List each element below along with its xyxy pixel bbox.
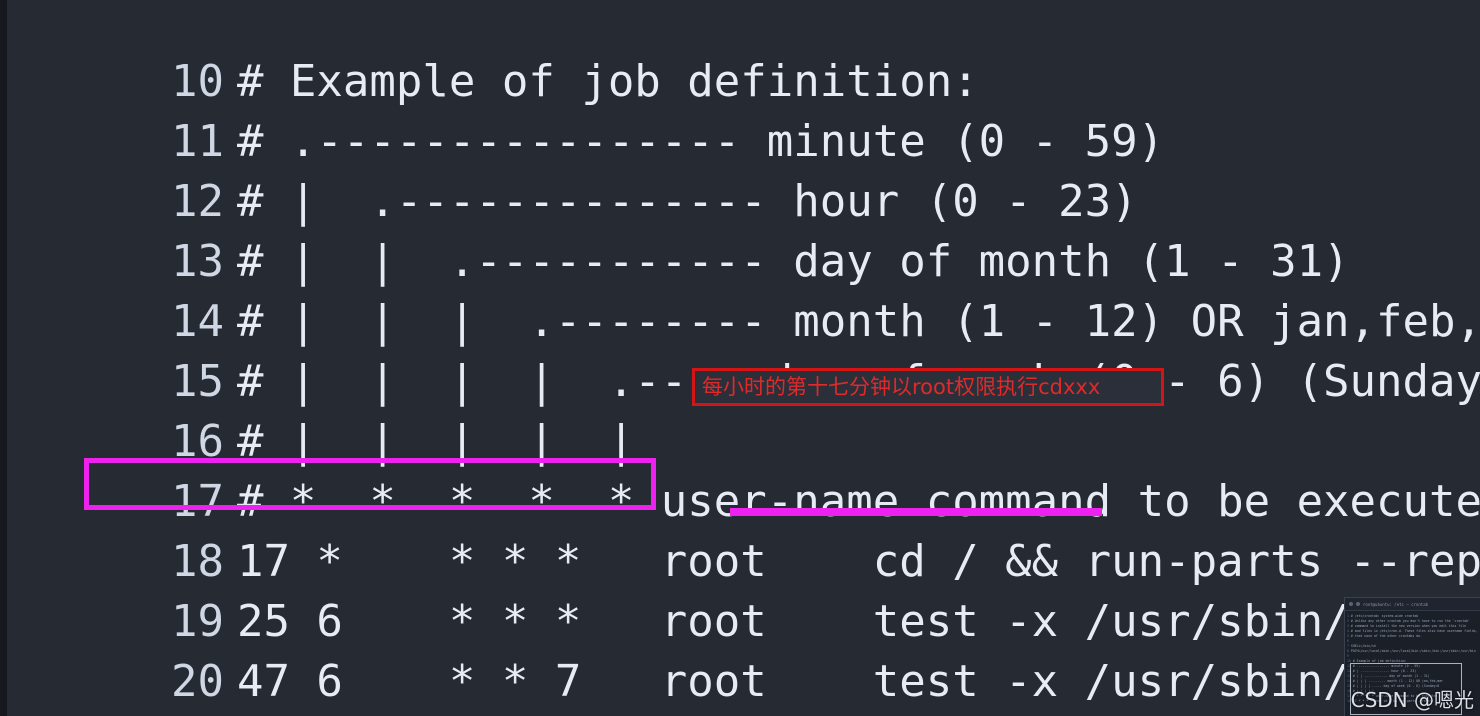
code-line-row[interactable]: 13 # | | .----------- day of month (1 - 3… [0, 172, 1480, 287]
thumbnail-title-label: root@ubuntu: /etc — crontab [1363, 601, 1429, 607]
code-line-row[interactable]: 17 # * * * * * user-name command to be ex… [0, 412, 1480, 527]
thumbnail-line-number: 7 [1347, 644, 1349, 648]
code-line-row[interactable]: 10 # Example of job definition: [0, 0, 1480, 107]
window-dot-icon [1356, 602, 1360, 606]
thumbnail-line-number: 3 [1347, 624, 1349, 628]
window-left-edge-strip [0, 0, 7, 716]
code-line-row[interactable]: 20 47 6 * * 7 root test -x /usr/sbin/anac… [0, 592, 1480, 707]
annotation-callout: 每小时的第十七分钟以root权限执行cdxxx [692, 368, 1164, 406]
code-line-row[interactable]: 19 25 6 * * * root test -x /usr/sbin/anac… [0, 532, 1480, 647]
code-line-row[interactable]: 12 # | .-------------- hour (0 - 23) [0, 112, 1480, 227]
code-line-row[interactable]: 2152 6 1 * * root test -x /usr/sbin/anac… [0, 652, 1480, 712]
thumbnail-line: 8 PATH=/usr/local/sbin:/usr/local/bin:/sb… [1347, 649, 1478, 654]
thumbnail-line-number: 6 [1347, 639, 1349, 643]
thumbnail-line-text: # Unlike any other crontab you don't hav… [1350, 619, 1470, 623]
code-line-row[interactable]: 11 # .---------------- minute (0 - 59) [0, 52, 1480, 167]
thumbnail-line-number: 8 [1347, 649, 1349, 653]
code-line-row[interactable]: 14 # | | | .-------- month (1 - 12) OR ja… [0, 232, 1480, 347]
thumbnail-line-text: SHELL=/bin/sh [1350, 644, 1376, 648]
annotation-text: 每小时的第十七分钟以root权限执行cdxxx [702, 374, 1101, 399]
thumbnail-line-text: PATH=/usr/local/sbin:/usr/local/bin:/sbi… [1350, 649, 1476, 653]
code-lines-container: 10 # Example of job definition: 11 # .----… [0, 0, 1480, 716]
thumbnail-line-text: # /etc/crontab: system-wide crontab [1350, 614, 1419, 618]
thumbnail-line-text: # that none of the other crontabs do. [1350, 634, 1422, 638]
thumbnail-line-number: 1 [1347, 614, 1349, 618]
thumbnail-line-number: 2 [1347, 619, 1349, 623]
thumbnail-line-number: 4 [1347, 629, 1349, 633]
thumbnail-line-text: # and files in /etc/cron.d. These files … [1350, 629, 1478, 633]
code-line-row[interactable]: 22# [0, 712, 1480, 716]
highlight-underline-command [730, 508, 1102, 516]
thumbnail-titlebar: root@ubuntu: /etc — crontab [1345, 598, 1480, 611]
code-line-row[interactable]: 15# | | | | .---- day of week (0 - 6) (S… [0, 292, 1480, 407]
thumbnail-line-number: 5 [1347, 634, 1349, 638]
code-line-row-highlighted[interactable]: 18 17 * * * * root cd / && run-parts --re… [0, 472, 1480, 587]
thumbnail-line-text: # command to install the new version whe… [1350, 624, 1467, 628]
window-dot-icon [1349, 602, 1353, 606]
terminal-screenshot: 10 # Example of job definition: 11 # .----… [0, 0, 1480, 716]
thumbnail-line-number: 9 [1347, 654, 1349, 658]
csdn-watermark: CSDN @嗯光 [1350, 688, 1474, 712]
